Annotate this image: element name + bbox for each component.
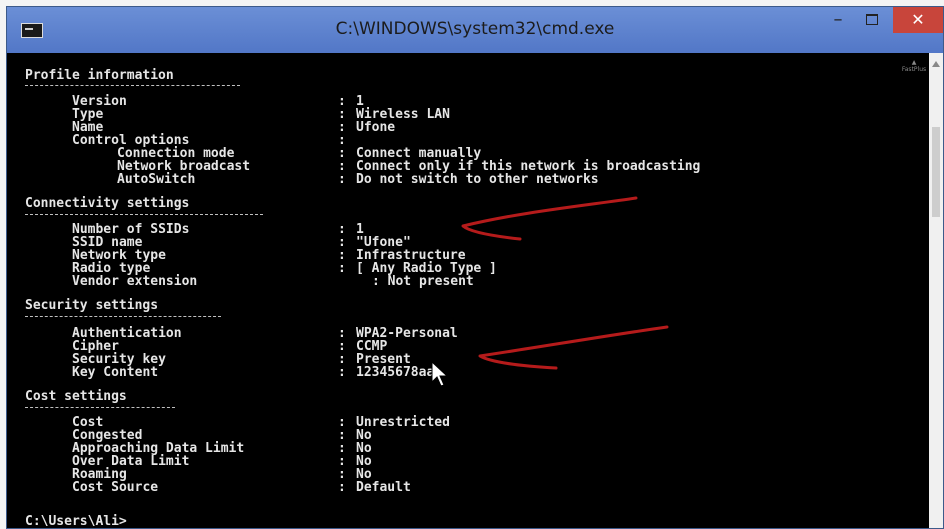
annotation-arrow-key [478, 325, 669, 370]
annotation-overlay [431, 196, 669, 387]
mouse-cursor-icon [431, 360, 449, 387]
annotation-arrow-ssid [461, 196, 638, 241]
